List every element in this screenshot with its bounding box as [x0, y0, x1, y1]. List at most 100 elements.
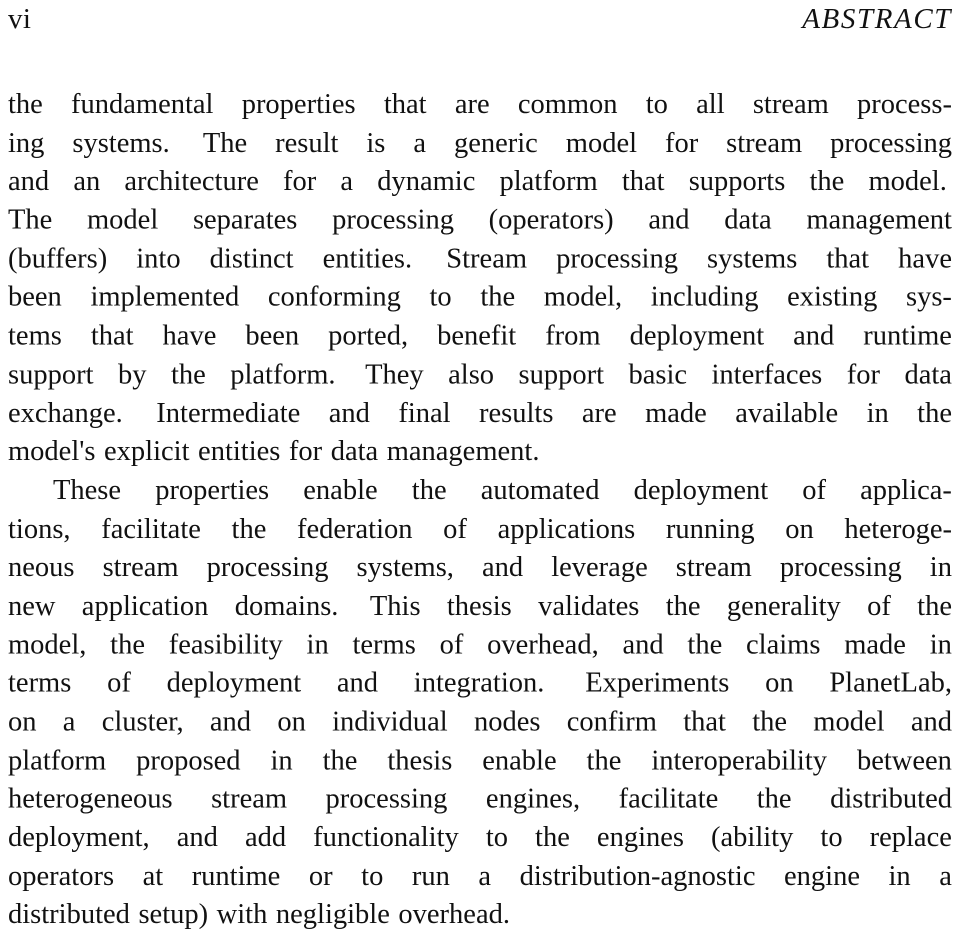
text-word: that	[90, 320, 134, 352]
text-word: thesis	[446, 590, 512, 622]
text-word: common	[517, 88, 618, 120]
text-word: enable	[303, 474, 378, 506]
text-word: management	[806, 204, 952, 236]
text-word: engine	[784, 860, 860, 892]
text-word: separates	[192, 204, 298, 236]
text-word: and	[910, 706, 952, 738]
text-word: confirm	[566, 706, 657, 738]
text-word: heteroge-	[844, 513, 952, 545]
text-word: processing	[332, 204, 454, 236]
text-word: new	[8, 590, 56, 622]
text-line: The model separates processing (operators) an…	[8, 202, 952, 241]
text-word: at	[142, 860, 164, 892]
text-word: to	[485, 822, 508, 854]
text-word: is	[366, 127, 386, 159]
text-line: and an architecture for a dynamic platform that…	[8, 163, 952, 202]
text-word: available	[735, 397, 839, 429]
text-word: Stream	[446, 243, 528, 275]
text-line: platform proposed in the thesis enable the inte…	[8, 742, 952, 781]
text-word: made	[844, 629, 906, 661]
text-word: all	[696, 88, 725, 120]
text-word: overhead,	[487, 629, 599, 661]
text-word: have	[162, 320, 217, 352]
text-word: generic	[453, 127, 538, 159]
text-word: results	[479, 397, 554, 429]
text-word: interoperability	[651, 745, 828, 777]
text-word: negligible	[275, 899, 390, 931]
text-word: including	[650, 281, 759, 313]
text-word: They	[365, 359, 424, 391]
text-word: a	[939, 860, 952, 892]
text-word: ported,	[328, 320, 409, 352]
text-word: applications	[497, 513, 636, 545]
text-word: entities	[198, 436, 281, 468]
text-word: platform	[8, 745, 107, 777]
text-word: facilitate	[618, 783, 719, 815]
text-word: model.	[868, 166, 947, 198]
text-word: conforming	[267, 281, 401, 313]
text-line: the fundamental properties that are common to a…	[8, 86, 952, 125]
text-word: claims	[746, 629, 821, 661]
text-line: (buffers) into distinct entities. Stream proc…	[8, 240, 952, 279]
text-word: model,	[8, 629, 87, 661]
text-word: that	[826, 243, 870, 275]
text-word: facilitate	[101, 513, 201, 545]
running-header-title: ABSTRACT	[802, 3, 952, 35]
text-word: processing	[830, 127, 952, 159]
text-word: the	[809, 166, 845, 198]
text-word: into	[136, 243, 181, 275]
text-word: from	[545, 320, 601, 352]
text-word: been	[245, 320, 300, 352]
text-line: been implemented conforming to the model, incl…	[8, 279, 952, 318]
text-word: for	[288, 436, 323, 468]
text-word: in	[306, 629, 329, 661]
text-word: The	[8, 204, 53, 236]
text-word: processing	[325, 783, 448, 815]
text-word: properties	[241, 88, 356, 120]
text-word: These	[53, 474, 122, 506]
text-word: model	[813, 706, 885, 738]
text-word: and	[209, 706, 252, 738]
text-word: feasibility	[168, 629, 283, 661]
text-word: nodes	[473, 706, 541, 738]
text-word: and	[328, 397, 370, 429]
text-word: leverage	[551, 552, 648, 584]
text-word: Intermediate	[156, 397, 301, 429]
text-word: systems.	[72, 127, 170, 159]
text-word: of	[443, 513, 467, 545]
text-word: the	[170, 359, 206, 391]
text-word: basic	[628, 359, 688, 391]
text-word: systems,	[356, 552, 454, 584]
text-word: The	[202, 127, 248, 159]
text-word: on	[765, 667, 794, 699]
text-word: the	[917, 397, 952, 429]
text-word: supports	[688, 166, 786, 198]
text-word: enable	[482, 745, 557, 777]
text-word: in	[270, 745, 293, 777]
text-word: heterogeneous	[8, 783, 173, 815]
text-word: on	[8, 706, 37, 738]
text-word: to	[820, 822, 843, 854]
text-word: dynamic	[377, 166, 476, 198]
text-word: a	[478, 860, 492, 892]
text-word: data	[904, 359, 952, 391]
text-word: existing	[787, 281, 878, 313]
text-word: result	[275, 127, 339, 159]
text-word: implemented	[90, 281, 240, 313]
text-word: benefit	[437, 320, 517, 352]
text-word: the	[756, 783, 792, 815]
text-word: and	[648, 204, 690, 236]
text-word: for	[283, 166, 317, 198]
text-word: engines	[596, 822, 684, 854]
text-word: entities.	[322, 243, 413, 275]
text-word: PlanetLab,	[829, 667, 952, 699]
text-word: a	[62, 706, 76, 738]
text-word: (operators)	[488, 204, 614, 236]
text-line: operators at runtime or to run a distribution-a…	[8, 858, 952, 897]
text-line: model's explicit entities for data management…	[8, 433, 952, 472]
abstract-page: vi ABSTRACT the fundamental properties that…	[0, 0, 960, 941]
text-word: overhead.	[398, 899, 510, 931]
text-word: model	[87, 204, 159, 236]
text-word: data	[330, 436, 379, 468]
text-word: integration.	[413, 667, 545, 699]
